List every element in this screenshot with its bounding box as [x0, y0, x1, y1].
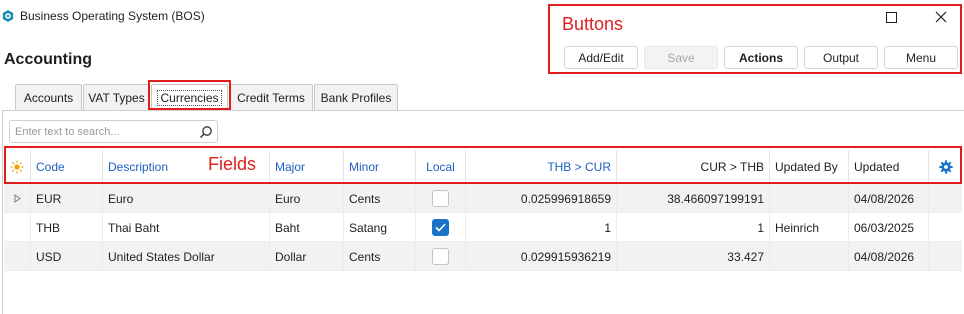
bos-logo-icon [2, 10, 14, 22]
cell-thb-cur: 1 [466, 213, 617, 242]
cell-code: THB [31, 213, 103, 242]
cell-updated-by [770, 184, 849, 213]
actions-button[interactable]: Actions [724, 46, 798, 69]
col-header-updated-by[interactable]: Updated By [770, 150, 849, 183]
column-settings-button[interactable] [929, 150, 962, 183]
sun-icon [10, 160, 24, 173]
row-selector[interactable] [4, 242, 31, 271]
tab-currencies[interactable]: Currencies [151, 84, 228, 110]
cell-minor: Satang [344, 213, 416, 242]
search-input[interactable] [15, 124, 190, 140]
fields-annotation-label: Fields [208, 154, 257, 174]
output-button[interactable]: Output [804, 46, 878, 69]
search-icon[interactable] [199, 125, 213, 139]
checkmark-icon [435, 223, 446, 232]
tab-credit-terms[interactable]: Credit Terms [229, 84, 313, 110]
cell-local [416, 184, 466, 213]
cell-minor: Cents [344, 184, 416, 213]
row-selector[interactable] [4, 213, 31, 242]
col-header-cur-thb[interactable]: CUR > THB [617, 150, 770, 183]
row-pointer-icon [14, 194, 21, 203]
cell-major: Dollar [270, 242, 344, 271]
col-header-code[interactable]: Code [31, 150, 103, 183]
save-button[interactable]: Save [644, 46, 718, 69]
cell-description: Euro [103, 184, 270, 213]
cell-thb-cur: 0.029915936219 [466, 242, 617, 271]
cell-thb-cur: 0.025996918659 [466, 184, 617, 213]
buttons-annotation-label: Buttons [562, 14, 624, 34]
close-icon [935, 11, 947, 23]
cell-local [416, 242, 466, 271]
tab-bank-profiles[interactable]: Bank Profiles [314, 84, 398, 110]
cell-updated-by: Heinrich [770, 213, 849, 242]
col-header-updated[interactable]: Updated [849, 150, 929, 183]
menu-button[interactable]: Menu [884, 46, 958, 69]
tab-label: Credit Terms [237, 90, 305, 105]
local-checkbox[interactable] [432, 248, 449, 265]
table-row-eur[interactable]: EUR Euro Euro Cents 0.025996918659 38.46… [4, 184, 962, 213]
cell-updated: 04/08/2026 [849, 242, 929, 271]
grid-options-cell[interactable] [4, 150, 31, 183]
table-row-usd[interactable]: USD United States Dollar Dollar Cents 0.… [4, 242, 962, 271]
cell-cur-thb: 38.466097199191 [617, 184, 770, 213]
tab-accounts[interactable]: Accounts [15, 84, 82, 110]
cell-description: United States Dollar [103, 242, 270, 271]
app-title: Business Operating System (BOS) [20, 9, 205, 23]
col-header-minor[interactable]: Minor [344, 150, 416, 183]
local-checkbox[interactable] [432, 190, 449, 207]
cell-code: EUR [31, 184, 103, 213]
table-row-thb[interactable]: THB Thai Baht Baht Satang 1 1 Heinrich 0… [4, 213, 962, 242]
page-title: Accounting [4, 51, 92, 68]
row-selector[interactable] [4, 184, 31, 213]
tab-vat-types[interactable]: VAT Types [83, 84, 150, 110]
cell-updated: 06/03/2025 [849, 213, 929, 242]
cell-major: Euro [270, 184, 344, 213]
maximize-button[interactable] [876, 6, 906, 28]
add-edit-button[interactable]: Add/Edit [564, 46, 638, 69]
cell-minor: Cents [344, 242, 416, 271]
cell-local [416, 213, 466, 242]
gear-icon [938, 159, 953, 174]
tab-label: Accounts [23, 90, 74, 105]
cell-code: USD [31, 242, 103, 271]
cell-major: Baht [270, 213, 344, 242]
cell-updated: 04/08/2026 [849, 184, 929, 213]
local-checkbox[interactable] [432, 219, 449, 236]
cell-cur-thb: 1 [617, 213, 770, 242]
search-box[interactable] [9, 120, 218, 143]
maximize-icon [885, 11, 897, 23]
col-header-local[interactable]: Local [416, 150, 466, 183]
cell-updated-by [770, 242, 849, 271]
tab-label: Currencies [157, 89, 222, 106]
cell-description: Thai Baht [103, 213, 270, 242]
tab-label: Bank Profiles [320, 90, 392, 105]
title-bar: Business Operating System (BOS) [0, 0, 964, 34]
cell-cur-thb: 33.427 [617, 242, 770, 271]
close-button[interactable] [926, 6, 956, 28]
grid-header: Code Description Major Minor Local THB >… [4, 150, 962, 183]
col-header-thb-cur[interactable]: THB > CUR [466, 150, 617, 183]
tab-label: VAT Types [88, 90, 145, 105]
col-header-major[interactable]: Major [270, 150, 344, 183]
